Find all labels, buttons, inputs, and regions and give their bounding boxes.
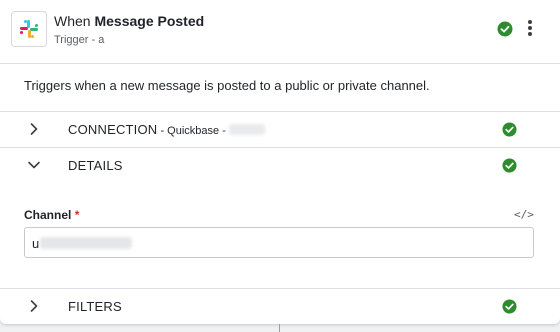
chevron-right-icon [30,123,38,135]
step-card: When Message Posted Trigger - a Triggers… [0,0,560,324]
slack-logo-icon [11,11,47,47]
step-title-prefix: When [54,13,95,29]
redacted-channel-name [40,237,132,249]
check-circle-icon [502,299,517,314]
step-description: Triggers when a new message is posted to… [24,78,430,93]
section-connection-label: CONNECTION - Quickbase - [68,122,265,137]
channel-input-value: u [32,236,40,251]
connection-detail: - Quickbase - [157,125,229,137]
step-title: When Message Posted [54,13,204,29]
channel-field-label: Channel * [24,208,80,222]
section-details[interactable]: DETAILS [0,147,560,183]
kebab-menu-icon[interactable] [523,18,537,40]
required-mark: * [74,208,80,222]
section-filters-label: FILTERS [68,299,122,314]
check-circle-icon [497,21,513,37]
redacted-connection-name [228,124,265,135]
section-details-label: DETAILS [68,158,123,173]
chevron-right-icon [30,300,38,312]
flow-connector-line [279,324,280,332]
section-filters[interactable]: FILTERS [0,288,560,324]
check-circle-icon [502,122,517,137]
check-circle-icon [502,158,517,173]
channel-input[interactable]: u [24,227,534,258]
section-connection[interactable]: CONNECTION - Quickbase - [0,111,560,147]
code-toggle-icon[interactable]: </> [514,208,534,221]
step-title-event: Message Posted [94,13,205,29]
chevron-down-icon [28,161,40,169]
step-subtitle: Trigger - a [54,34,105,46]
step-header: When Message Posted Trigger - a [0,0,560,64]
